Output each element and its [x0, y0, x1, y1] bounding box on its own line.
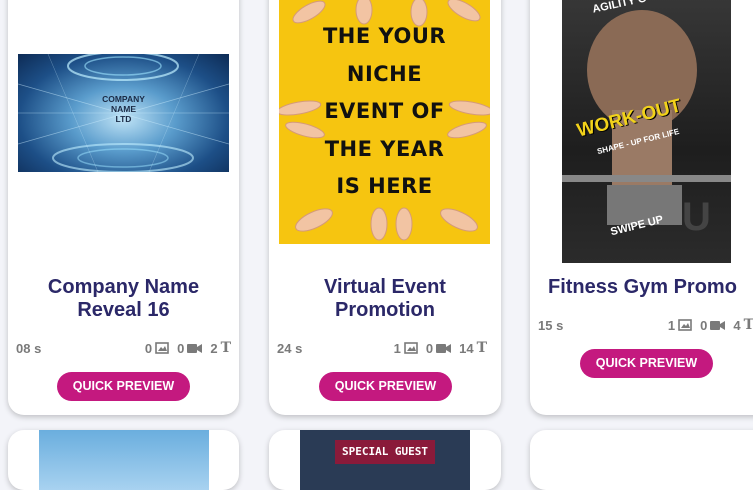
thumb-text-line: COMPANY: [102, 94, 145, 104]
card-title: Fitness Gym Promo: [548, 276, 737, 298]
duration-label: 08 s: [16, 340, 42, 356]
thumb-text-line: NICHE: [346, 61, 423, 86]
text-icon: T: [743, 317, 753, 333]
template-card-row2-3[interactable]: [530, 430, 753, 490]
quick-preview-button[interactable]: QUICK PREVIEW: [57, 372, 190, 401]
svg-text:U: U: [682, 195, 711, 239]
video-icon: [436, 343, 452, 354]
quick-preview-button[interactable]: QUICK PREVIEW: [580, 349, 713, 378]
image-count: 1: [393, 340, 401, 356]
thumb-text-line: THE YEAR: [324, 136, 445, 161]
template-card-fitness-gym-promo[interactable]: U AGILITY G WORK-OUT SHAPE - UP FOR LIFE…: [530, 0, 753, 415]
image-icon: [678, 319, 692, 331]
text-icon: T: [476, 340, 487, 356]
card-title: Virtual Event Promotion: [324, 276, 446, 321]
text-count: 14: [459, 340, 474, 356]
card-stats: 15 s 1 0 4 T: [538, 317, 753, 333]
image-icon: [404, 342, 418, 354]
thumb-text-line: THE YOUR: [322, 24, 447, 48]
text-count: 2: [210, 340, 218, 356]
thumb-text-line: IS HERE: [336, 174, 433, 198]
duration-label: 15 s: [538, 317, 564, 333]
card-title: Company Name Reveal 16: [47, 276, 200, 321]
template-thumbnail[interactable]: THE YOUR NICHE EVENT OF THE YEAR IS HERE: [279, 0, 490, 244]
thumb-text-line: EVENT OF: [324, 99, 445, 123]
template-thumbnail[interactable]: [39, 430, 209, 490]
text-count: 4: [733, 317, 741, 333]
image-count: 1: [667, 317, 676, 333]
template-thumbnail[interactable]: U AGILITY G WORK-OUT SHAPE - UP FOR LIFE…: [562, 0, 731, 263]
template-card-row2-1[interactable]: [8, 430, 239, 490]
image-icon: [155, 342, 169, 354]
video-count: 0: [700, 317, 708, 333]
text-icon: T: [220, 340, 231, 356]
template-card-virtual-event-promotion[interactable]: THE YOUR NICHE EVENT OF THE YEAR IS HERE…: [269, 0, 501, 415]
video-icon: [710, 320, 726, 331]
card-stats: 08 s 0 0 2 T: [16, 340, 231, 356]
duration-label: 24 s: [277, 340, 303, 356]
video-count: 0: [177, 340, 185, 356]
video-count: 0: [425, 340, 434, 356]
template-thumbnail[interactable]: SPECIAL GUEST: [300, 430, 470, 490]
template-card-company-name-reveal[interactable]: COMPANY NAME LTD Company Name Reveal 16 …: [8, 0, 239, 415]
video-icon: [187, 343, 203, 354]
special-guest-label: SPECIAL GUEST: [335, 440, 435, 464]
quick-preview-button[interactable]: QUICK PREVIEW: [319, 372, 452, 401]
card-stats: 24 s 1 0 14 T: [277, 340, 487, 356]
thumb-text-line: LTD: [115, 114, 132, 124]
thumb-text-line: NAME: [110, 104, 137, 114]
template-card-row2-2[interactable]: SPECIAL GUEST: [269, 430, 501, 490]
template-thumbnail[interactable]: COMPANY NAME LTD: [18, 54, 229, 172]
image-count: 0: [144, 340, 153, 356]
